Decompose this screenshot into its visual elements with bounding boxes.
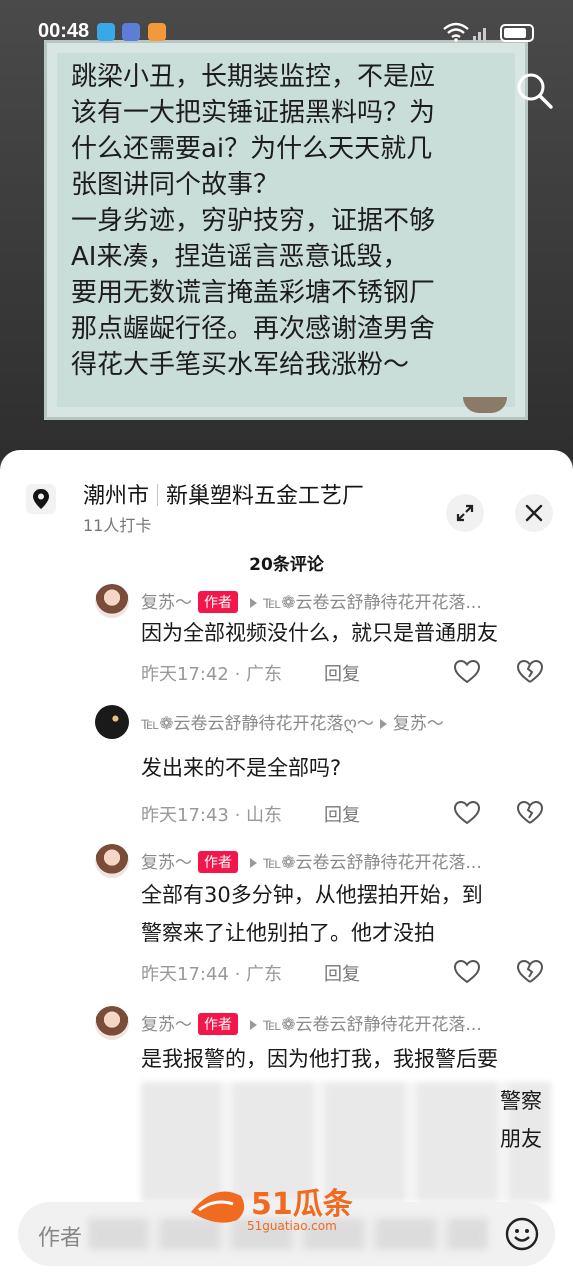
note-line: 该有一大把实锤证据黑料吗？为: [71, 98, 436, 128]
emoji-icon[interactable]: [504, 1216, 540, 1252]
avatar[interactable]: [95, 584, 129, 618]
notification-heart-icon: [148, 23, 166, 41]
comment-input-placeholder[interactable]: 作者: [38, 1220, 82, 1252]
comment-line: 因为全部视频没什么，就只是普通朋友: [141, 621, 498, 645]
visible-text-fragment: 朋友: [500, 1127, 542, 1151]
reply-arrow-icon: [250, 598, 257, 608]
comment-author[interactable]: 复苏～: [141, 1015, 192, 1035]
comment-text: 因为全部视频没什么，就只是普通朋友: [141, 614, 551, 652]
avatar[interactable]: [95, 844, 129, 878]
comment-text: 发出来的不是全部吗?: [141, 749, 551, 787]
notification-app-icon: [122, 23, 140, 41]
notification-book-icon: [97, 23, 115, 41]
broken-heart-icon[interactable]: [516, 799, 544, 827]
comment-line: 是我报警的，因为他打我，我报警后要: [141, 1047, 498, 1071]
watermark-logo: 51瓜条 51guatiao.com: [191, 1187, 353, 1233]
video-area[interactable]: 跳梁小丑，长期装监控，不是应 该有一大把实锤证据黑料吗？为 什么还需要ai？为什…: [0, 0, 573, 460]
comment-item[interactable]: 复苏～ 作者 ℡❁云卷云舒静待花开花落... 因为全部视频没什么，就只是普通朋友 昨…: [0, 584, 573, 694]
avatar[interactable]: [95, 705, 129, 739]
comment-text: 是我报警的，因为他打我，我报警后要: [141, 1040, 551, 1078]
comments-count-title: 20条评论: [249, 555, 324, 575]
comment-author[interactable]: ℡❁云卷云舒静待花开花落ღ〜: [141, 714, 374, 734]
wifi-icon: [443, 22, 469, 42]
watermark-domain: 51guatiao.com: [247, 1219, 337, 1233]
heart-icon[interactable]: [453, 658, 481, 686]
reply-arrow-icon: [250, 858, 257, 868]
location-place: 新巢塑料五金工艺厂: [166, 484, 365, 509]
comment-time-location: 昨天17:44 · 广东: [141, 964, 283, 985]
note-line: 得花大手笔买水军给我涨粉～: [71, 350, 410, 380]
battery-icon: [500, 24, 534, 42]
note-line: 那点龌龊行径。再次感谢渣男舍: [71, 314, 436, 344]
note-line: AI来凑，捏造谣言恶意诋毁，: [71, 242, 409, 272]
reply-to-user[interactable]: ℡❁云卷云舒静待花开花落...: [263, 853, 482, 873]
status-bar: 00:48: [0, 0, 573, 66]
comment-line: 发出来的不是全部吗?: [141, 756, 342, 780]
checkin-count: 11人打卡: [83, 516, 152, 535]
broken-heart-icon[interactable]: [516, 658, 544, 686]
reply-button[interactable]: 回复: [324, 960, 360, 986]
comment-item[interactable]: 复苏～ 作者 ℡❁云卷云舒静待花开花落... 全部有30多分钟，从他摆拍开始，到 警…: [0, 844, 573, 994]
author-badge: 作者: [198, 591, 238, 613]
comment-time-location: 昨天17:42 · 广东: [141, 664, 283, 685]
comment-meta: 复苏～ 作者 ℡❁云卷云舒静待花开花落...: [141, 1010, 482, 1035]
comment-line: 警察来了让他别拍了。他才没拍: [141, 921, 435, 945]
comment-meta: 复苏～ 作者 ℡❁云卷云舒静待花开花落...: [141, 588, 482, 613]
signal-icon: [473, 28, 486, 41]
note-board: 跳梁小丑，长期装监控，不是应 该有一大把实锤证据黑料吗？为 什么还需要ai？为什…: [44, 40, 528, 420]
broken-heart-icon[interactable]: [516, 958, 544, 986]
watermark-brand: 51瓜条: [251, 1187, 353, 1222]
note-line: 张图讲同个故事？: [71, 170, 280, 200]
coffee-mug-icon: [463, 397, 507, 413]
comment-time-location: 昨天17:43 · 山东: [141, 805, 283, 826]
reply-arrow-icon: [250, 1020, 257, 1030]
reply-button[interactable]: 回复: [324, 801, 360, 827]
reply-button[interactable]: 回复: [324, 660, 360, 686]
comment-meta: ℡❁云卷云舒静待花开花落ღ〜 复苏～: [141, 709, 444, 734]
note-text: 跳梁小丑，长期装监控，不是应 该有一大把实锤证据黑料吗？为 什么还需要ai？为什…: [71, 59, 511, 383]
note-line: 要用无数谎言掩盖彩塘不锈钢厂: [71, 278, 436, 308]
visible-text-fragment: 警察: [500, 1089, 542, 1113]
comment-line: 全部有30多分钟，从他摆拍开始，到: [141, 883, 483, 907]
comment-meta: 复苏～ 作者 ℡❁云卷云舒静待花开花落...: [141, 848, 482, 873]
reply-to-user[interactable]: 复苏～: [393, 714, 444, 734]
location-title[interactable]: 潮州市 新巢塑料五金工艺厂: [83, 478, 364, 510]
location-bar[interactable]: 潮州市 新巢塑料五金工艺厂 11人打卡: [0, 464, 573, 535]
location-city: 潮州市: [83, 484, 150, 509]
avatar[interactable]: [95, 1006, 129, 1040]
reply-arrow-icon: [379, 719, 387, 729]
heart-icon[interactable]: [453, 799, 481, 827]
note-line: 什么还需要ai？为什么天天就几: [71, 134, 433, 164]
close-button[interactable]: [515, 494, 553, 532]
reply-to-user[interactable]: ℡❁云卷云舒静待花开花落...: [263, 593, 482, 613]
author-badge: 作者: [198, 851, 238, 873]
location-pin-icon: [26, 484, 56, 514]
author-badge: 作者: [198, 1013, 238, 1035]
comment-item[interactable]: ℡❁云卷云舒静待花开花落ღ〜 复苏～ 发出来的不是全部吗? 昨天17:43 · 山…: [0, 705, 573, 835]
heart-icon[interactable]: [453, 958, 481, 986]
reply-to-user[interactable]: ℡❁云卷云舒静待花开花落...: [263, 1015, 482, 1035]
expand-button[interactable]: [446, 494, 484, 532]
search-button[interactable]: [512, 68, 556, 112]
comment-author[interactable]: 复苏～: [141, 593, 192, 613]
comment-text: 全部有30多分钟，从他摆拍开始，到 警察来了让他别拍了。他才没拍: [141, 876, 551, 952]
note-line: 一身劣迹，穷驴技穷，证据不够: [71, 206, 436, 236]
comment-author[interactable]: 复苏～: [141, 853, 192, 873]
comment-sheet: 潮州市 新巢塑料五金工艺厂 11人打卡 20条评论 复苏～ 作者 ℡❁云卷云舒静待花开…: [0, 450, 573, 1280]
status-time: 00:48: [38, 20, 90, 42]
divider: [157, 484, 159, 506]
